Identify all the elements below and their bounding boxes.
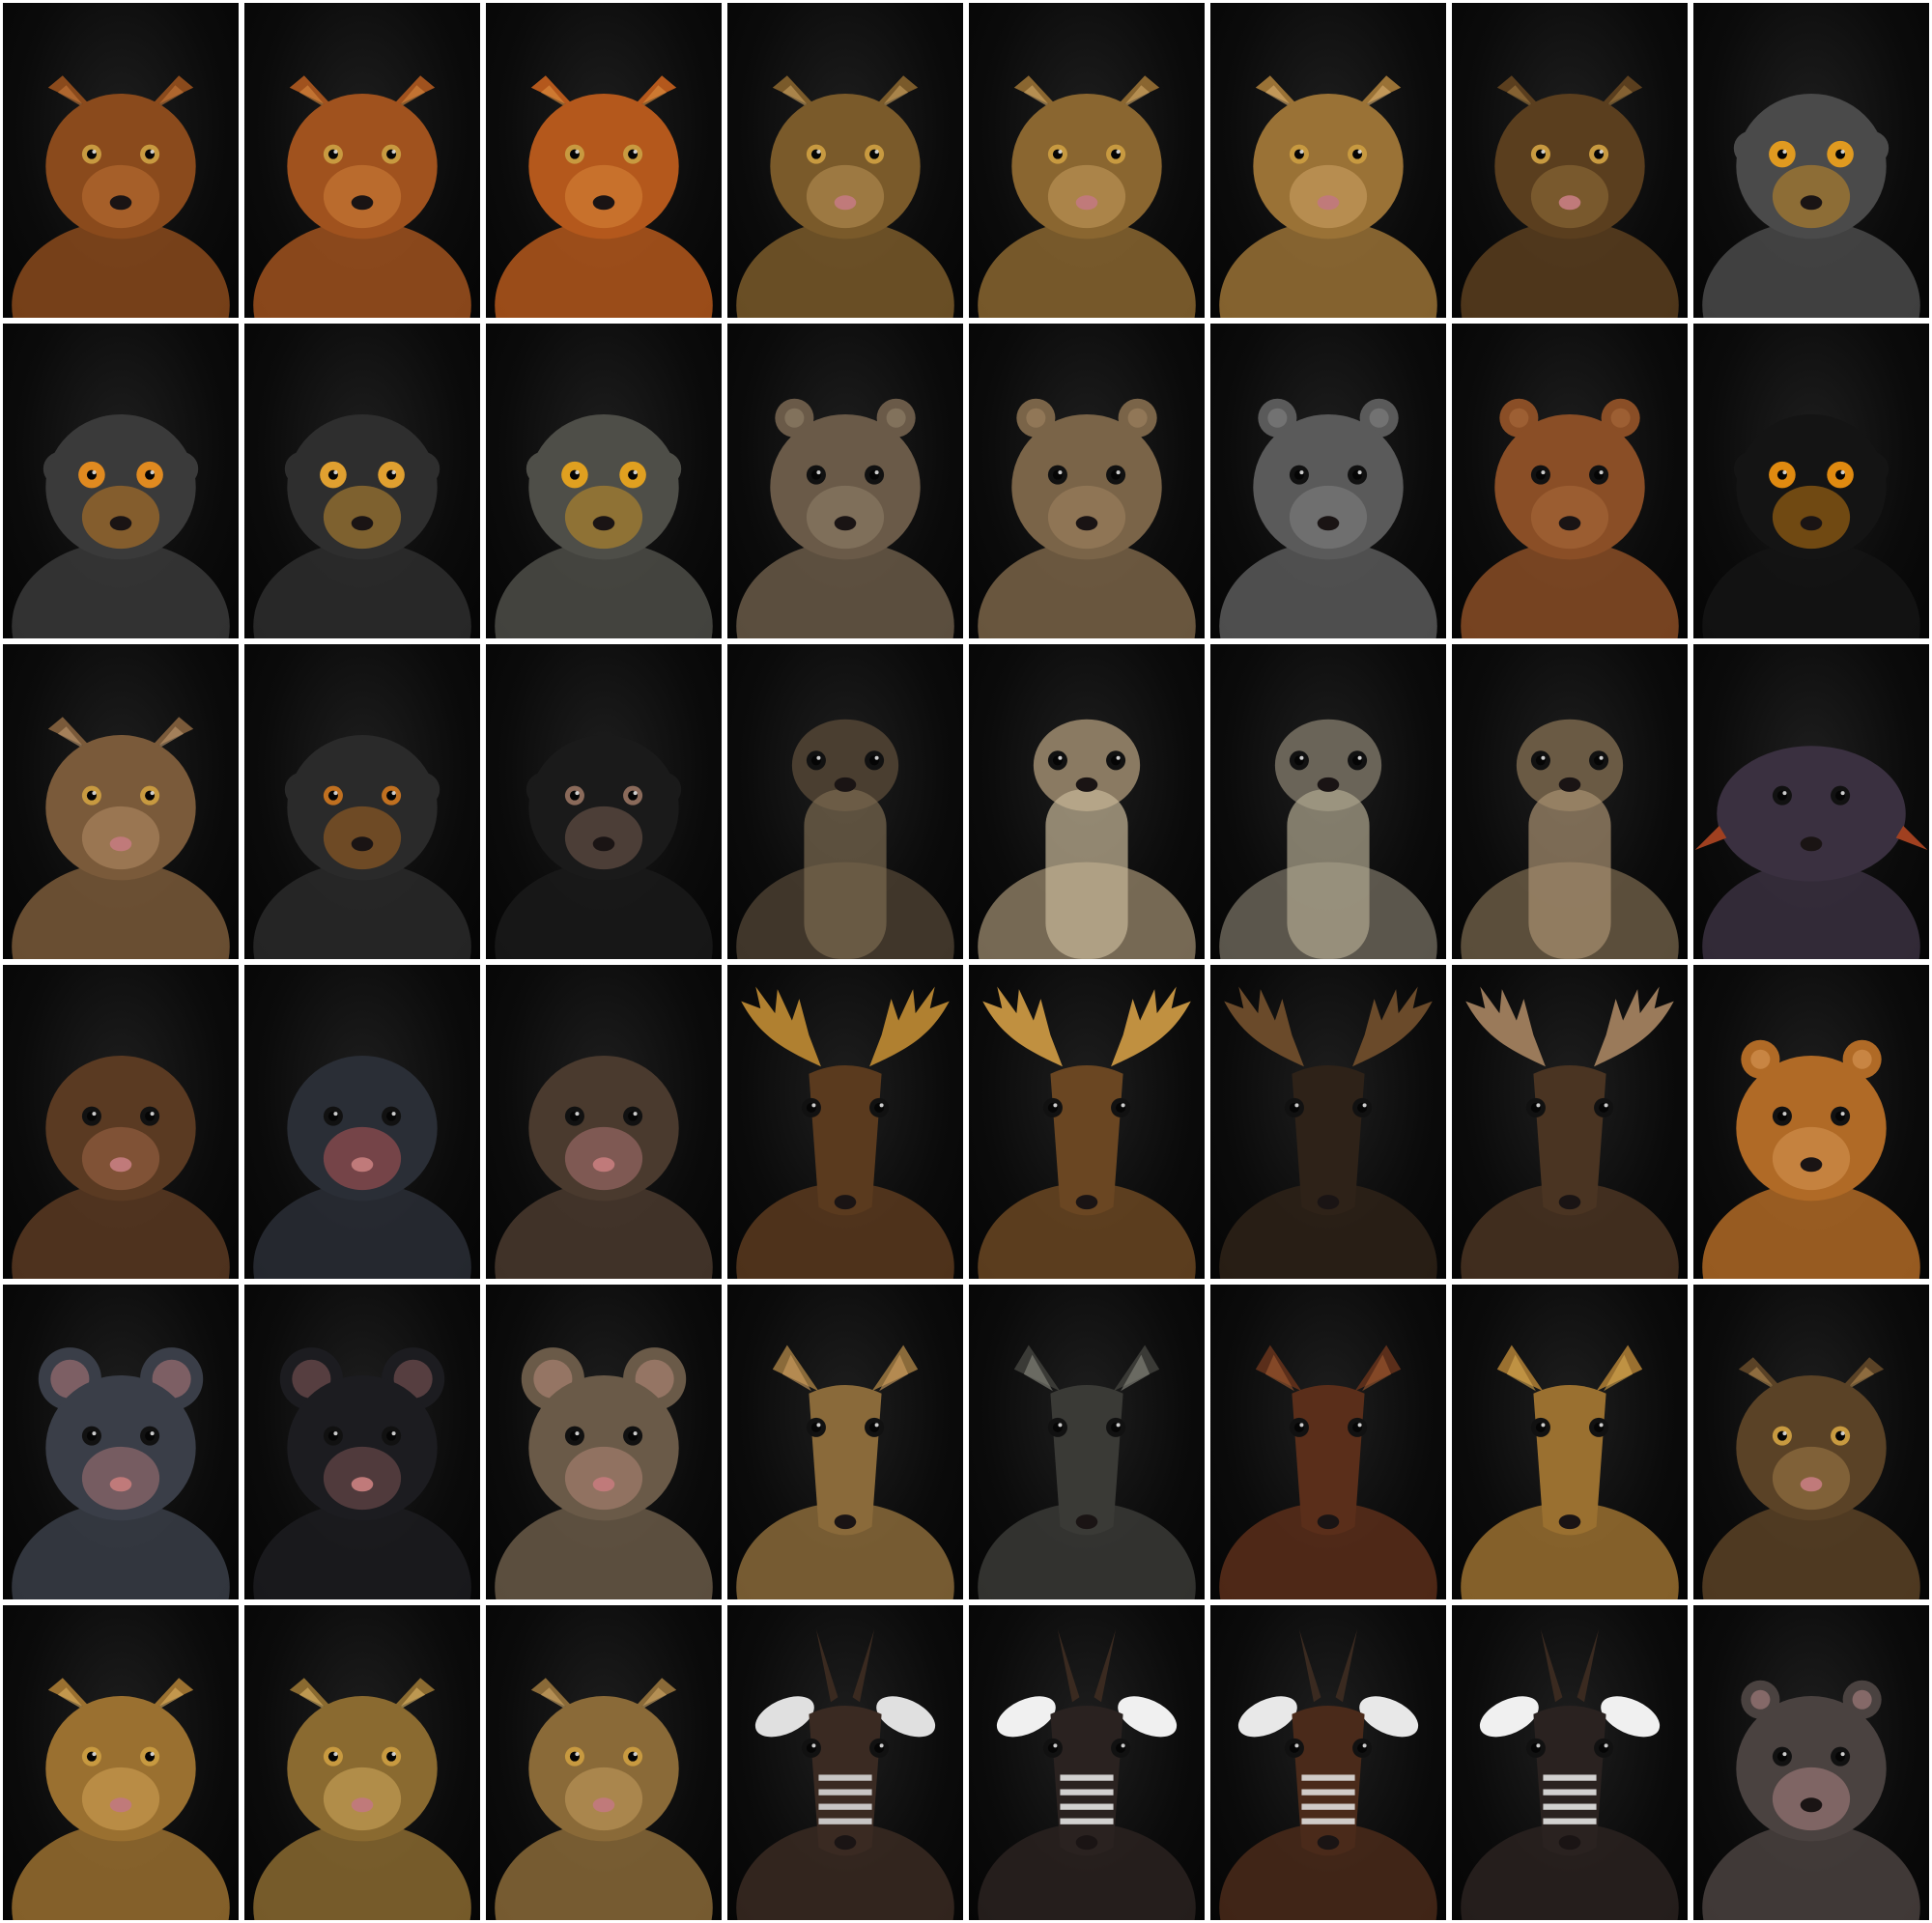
photo-tile-ocelot: [486, 1605, 722, 1920]
maned-wolf-portrait: [495, 75, 713, 318]
photo-tile-monkey: [1693, 3, 1929, 318]
photo-tile-monkey: [244, 323, 480, 638]
photo-tile-moose: [1210, 964, 1446, 1280]
photo-tile-mouse: [3, 1285, 239, 1600]
fish-portrait: [1694, 745, 1928, 959]
ocelot-portrait: [978, 75, 1196, 318]
moose-portrait: [1219, 986, 1437, 1280]
ferret-portrait: [1702, 1680, 1920, 1920]
maned-wolf-portrait: [253, 75, 471, 318]
photo-tile-chimpanzee: [486, 643, 722, 959]
meerkat-portrait: [1219, 719, 1437, 959]
mole-portrait: [12, 1055, 230, 1280]
monkey-portrait: [253, 413, 471, 638]
mouse-portrait: [12, 1347, 230, 1600]
okapi-portrait: [736, 1629, 954, 1920]
meerkat-portrait: [1461, 719, 1679, 959]
meerkat-portrait: [978, 719, 1196, 959]
photo-tile-okapi: [727, 1605, 963, 1920]
photo-tile-groundhog: [1452, 323, 1688, 638]
photo-tile-groundhog: [969, 323, 1205, 638]
photo-grid: [0, 0, 1932, 1923]
photo-tile-lynx: [3, 643, 239, 959]
photo-tile-moose: [727, 964, 963, 1280]
photo-tile-fish: [1693, 643, 1929, 959]
photo-tile-okapi: [1210, 1605, 1446, 1920]
okapi-portrait: [736, 1344, 954, 1600]
mouse-portrait: [495, 1347, 713, 1600]
photo-tile-ocelot: [727, 3, 963, 318]
photo-tile-ocelot: [1452, 3, 1688, 318]
photo-tile-mouse: [486, 1285, 722, 1600]
groundhog-portrait: [1219, 398, 1437, 638]
okapi-portrait: [978, 1629, 1196, 1920]
photo-tile-maned-wolf: [486, 3, 722, 318]
deer-portrait: [1461, 1344, 1679, 1600]
monkey-portrait: [495, 413, 713, 638]
photo-tile-gorilla: [244, 643, 480, 959]
photo-tile-ferret: [1693, 1605, 1929, 1920]
photo-tile-meerkat: [1452, 643, 1688, 959]
ocelot-portrait: [1702, 1357, 1920, 1600]
photo-tile-boar: [1210, 1285, 1446, 1600]
meerkat-portrait: [736, 719, 954, 959]
photo-tile-meerkat: [969, 643, 1205, 959]
photo-tile-ocelot: [969, 3, 1205, 318]
photo-tile-meerkat: [727, 643, 963, 959]
photo-tile-monkey: [1693, 323, 1929, 638]
boar-portrait: [1219, 1344, 1437, 1600]
photo-tile-ocelot: [1210, 3, 1446, 318]
moose-portrait: [1461, 986, 1679, 1280]
photo-tile-mole: [244, 964, 480, 1280]
photo-tile-badger: [969, 1285, 1205, 1600]
photo-tile-ocelot: [244, 1605, 480, 1920]
photo-tile-maned-wolf: [3, 3, 239, 318]
mole-portrait: [495, 1055, 713, 1280]
photo-tile-deer: [1452, 1285, 1688, 1600]
ocelot-portrait: [12, 1678, 230, 1920]
photo-tile-tamarin: [3, 323, 239, 638]
ocelot-portrait: [253, 1678, 471, 1920]
photo-tile-okapi: [1452, 1605, 1688, 1920]
ocelot-portrait: [1461, 75, 1679, 318]
okapi-portrait: [1461, 1629, 1679, 1920]
hamster-portrait: [1702, 1039, 1920, 1280]
monkey-portrait: [1702, 413, 1920, 638]
rat-portrait: [253, 1347, 471, 1600]
photo-tile-maned-wolf: [244, 3, 480, 318]
photo-tile-moose: [1452, 964, 1688, 1280]
groundhog-portrait: [736, 398, 954, 638]
mole-portrait: [253, 1055, 471, 1280]
groundhog-portrait: [978, 398, 1196, 638]
maned-wolf-portrait: [12, 75, 230, 318]
ocelot-portrait: [736, 75, 954, 318]
photo-tile-meerkat: [1210, 643, 1446, 959]
photo-tile-monkey: [486, 323, 722, 638]
photo-tile-okapi: [969, 1605, 1205, 1920]
photo-tile-mole: [486, 964, 722, 1280]
badger-portrait: [978, 1344, 1196, 1600]
photo-tile-hamster: [1693, 964, 1929, 1280]
photo-tile-mole: [3, 964, 239, 1280]
gorilla-portrait: [253, 734, 471, 959]
photo-tile-okapi: [727, 1285, 963, 1600]
okapi-portrait: [1219, 1629, 1437, 1920]
photo-tile-groundhog: [1210, 323, 1446, 638]
moose-portrait: [736, 986, 954, 1280]
photo-tile-rat: [244, 1285, 480, 1600]
lynx-portrait: [12, 716, 230, 959]
photo-tile-ocelot: [3, 1605, 239, 1920]
ocelot-portrait: [1219, 75, 1437, 318]
photo-tile-ocelot: [1693, 1285, 1929, 1600]
moose-portrait: [978, 986, 1196, 1280]
photo-tile-moose: [969, 964, 1205, 1280]
groundhog-portrait: [1461, 398, 1679, 638]
photo-tile-groundhog: [727, 323, 963, 638]
ocelot-portrait: [495, 1678, 713, 1920]
tamarin-portrait: [12, 413, 230, 638]
chimpanzee-portrait: [495, 734, 713, 959]
monkey-portrait: [1702, 93, 1920, 318]
